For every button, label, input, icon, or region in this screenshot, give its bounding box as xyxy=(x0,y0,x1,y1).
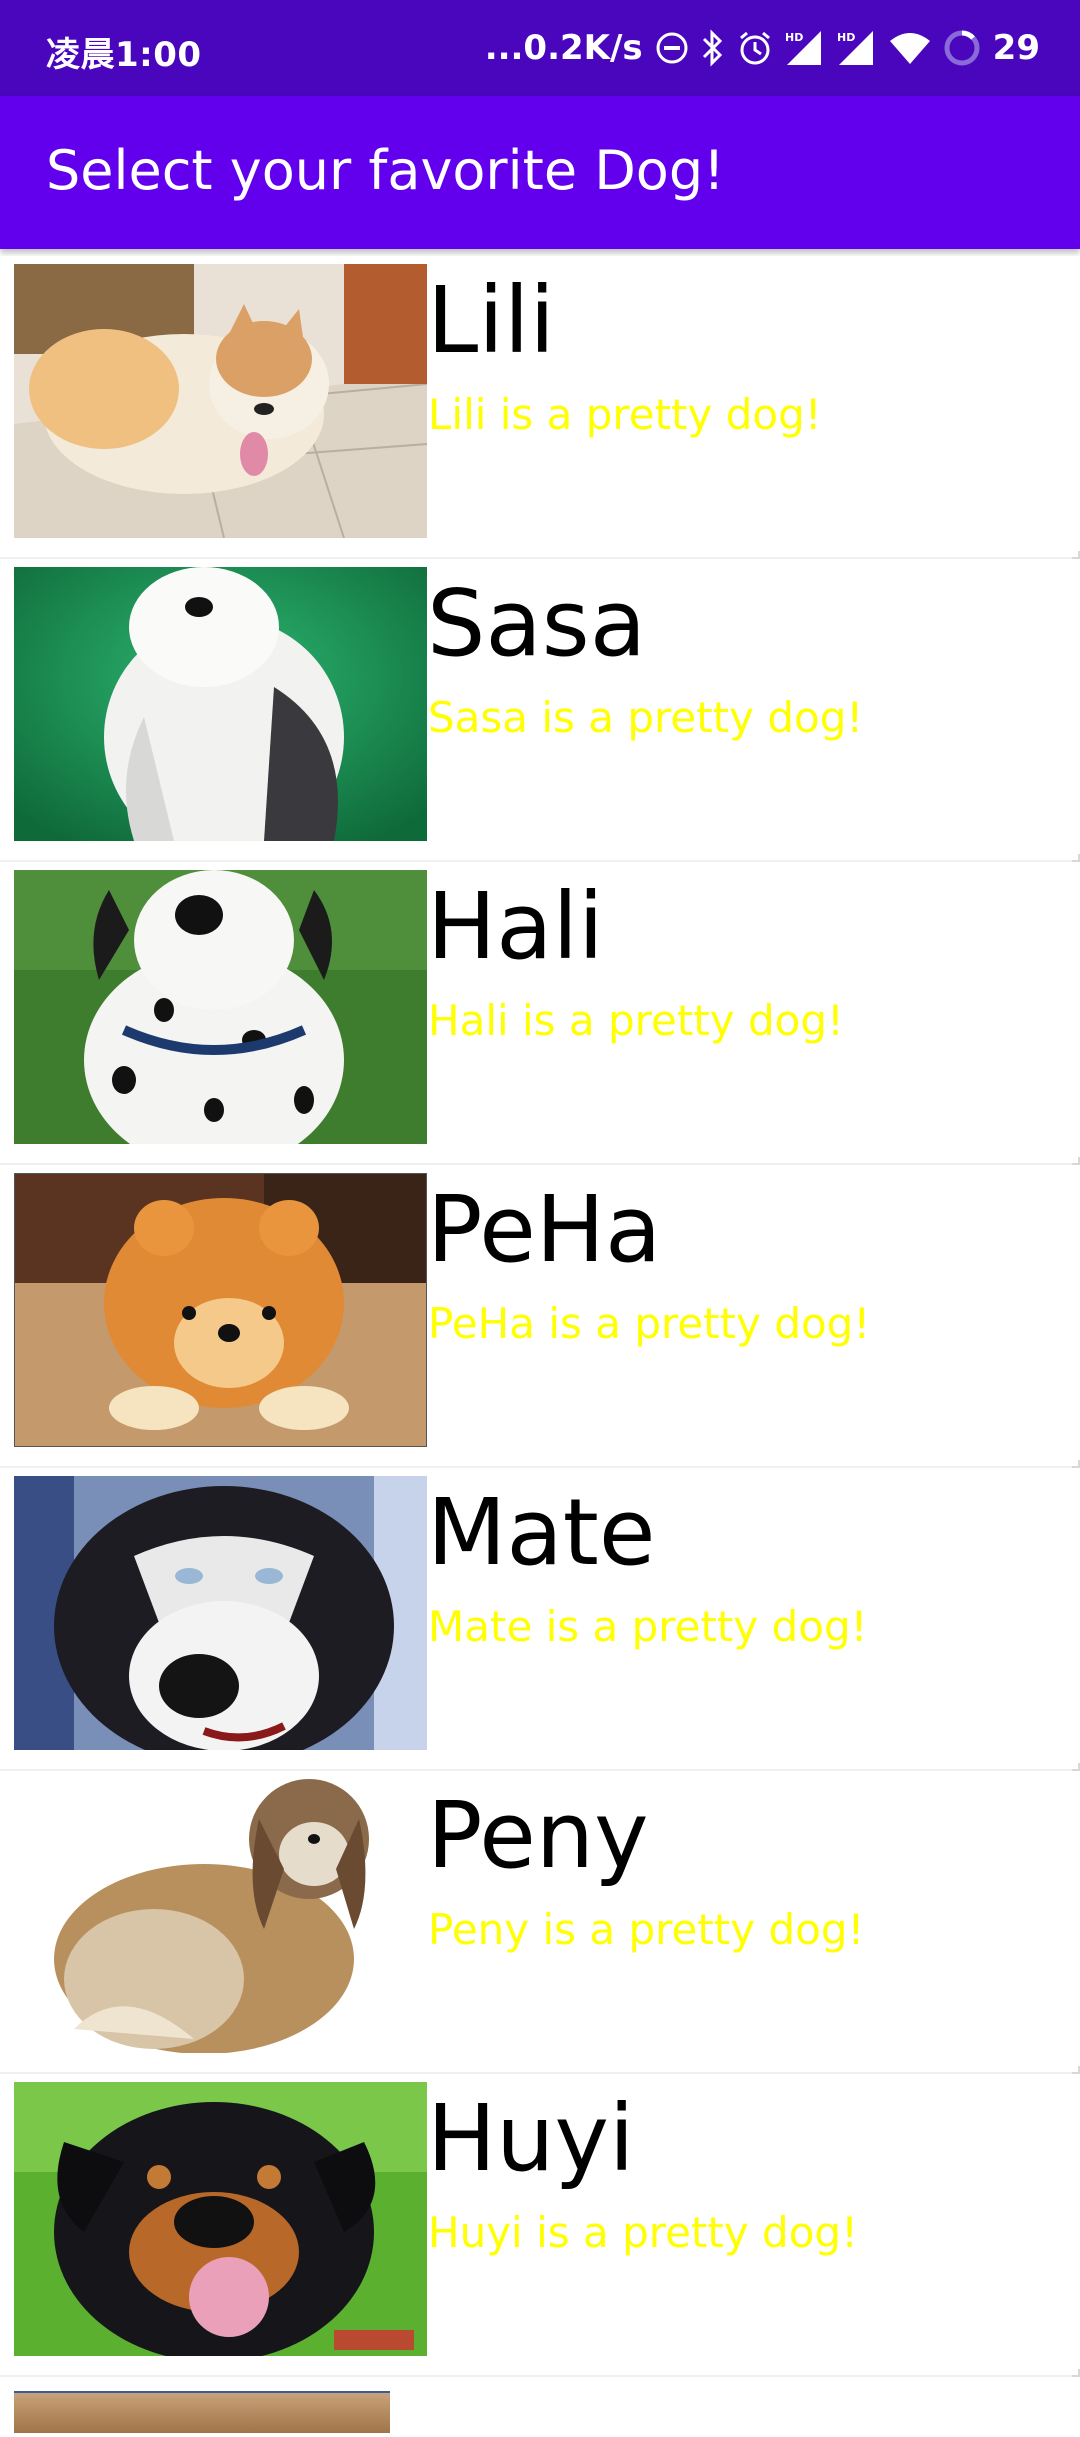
dog-description: Sasa is a pretty dog! xyxy=(428,693,864,742)
dog-photo xyxy=(14,1173,427,1447)
dog-name: Peny xyxy=(427,1782,649,1889)
status-icons: ...0.2K/s HD HD 29 xyxy=(485,22,1040,74)
battery-level: 29 xyxy=(992,28,1040,68)
list-item[interactable]: Peny Peny is a pretty dog! xyxy=(0,1771,1080,2074)
dog-photo xyxy=(14,1476,427,1750)
dog-photo xyxy=(14,567,427,841)
svg-text:HD: HD xyxy=(785,31,803,44)
status-bar: 凌晨1:00 ...0.2K/s HD HD 29 xyxy=(0,0,1080,96)
do-not-disturb-icon xyxy=(655,31,689,65)
signal-hd-icon-2: HD xyxy=(837,29,877,67)
list-item[interactable]: Sasa Sasa is a pretty dog! xyxy=(0,559,1080,862)
dog-name: Hali xyxy=(427,873,604,980)
list-item-partial[interactable] xyxy=(0,2377,1080,2437)
dog-name: Sasa xyxy=(427,570,647,677)
list-item[interactable]: Lili Lili is a pretty dog! xyxy=(0,256,1080,559)
dog-description: Lili is a pretty dog! xyxy=(428,390,822,439)
dog-description: Hali is a pretty dog! xyxy=(428,996,844,1045)
status-time: 凌晨1:00 xyxy=(46,35,202,75)
dog-photo xyxy=(14,1779,427,2053)
list-item[interactable]: Huyi Huyi is a pretty dog! xyxy=(0,2074,1080,2377)
dog-description: PeHa is a pretty dog! xyxy=(428,1299,871,1348)
network-speed: ...0.2K/s xyxy=(484,28,643,68)
dog-photo xyxy=(14,870,427,1144)
dog-photo xyxy=(14,2082,427,2356)
wifi-icon xyxy=(889,31,931,65)
dog-photo xyxy=(14,264,427,538)
dog-name: PeHa xyxy=(427,1176,662,1283)
list-item[interactable]: Hali Hali is a pretty dog! xyxy=(0,862,1080,1165)
list-item[interactable]: Mate Mate is a pretty dog! xyxy=(0,1468,1080,1771)
app-bar: Select your favorite Dog! xyxy=(0,96,1080,249)
list-item[interactable]: PeHa PeHa is a pretty dog! xyxy=(0,1165,1080,1468)
dog-name: Lili xyxy=(427,267,555,374)
dog-name: Mate xyxy=(427,1479,656,1586)
signal-hd-icon: HD xyxy=(785,29,825,67)
alarm-icon xyxy=(737,30,773,66)
dog-name: Huyi xyxy=(427,2085,635,2192)
dog-photo xyxy=(14,2391,390,2433)
svg-text:HD: HD xyxy=(837,31,855,44)
battery-ring-icon xyxy=(943,29,981,67)
dog-description: Peny is a pretty dog! xyxy=(428,1905,865,1954)
page-title: Select your favorite Dog! xyxy=(46,139,725,202)
dog-list[interactable]: Lili Lili is a pretty dog! Sasa Sasa is … xyxy=(0,256,1080,2437)
bluetooth-icon xyxy=(701,29,725,67)
dog-description: Mate is a pretty dog! xyxy=(428,1602,868,1651)
dog-description: Huyi is a pretty dog! xyxy=(428,2208,858,2257)
